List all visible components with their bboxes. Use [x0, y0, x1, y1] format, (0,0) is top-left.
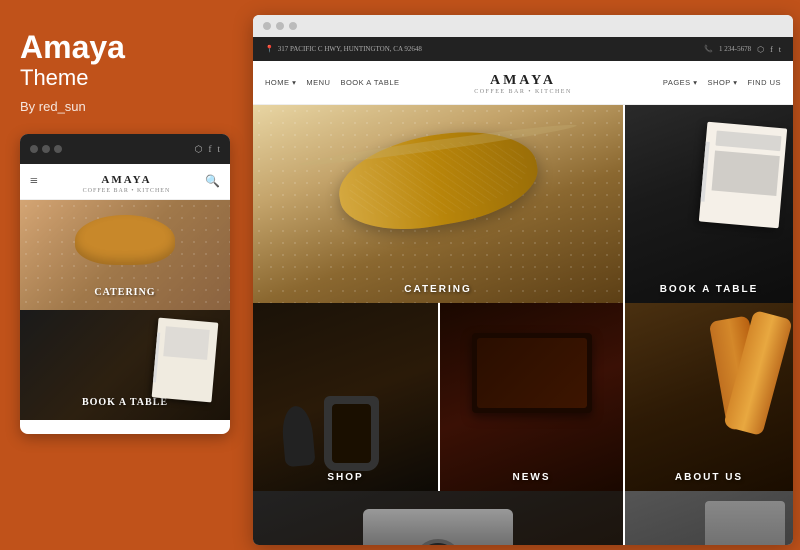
book-a-table-cell[interactable]: BOOK A TABLE [625, 105, 793, 303]
nav-menu[interactable]: MENU [306, 78, 330, 87]
book-decoration [699, 122, 787, 229]
news-label: NEWS [440, 464, 623, 491]
book-table-label: BOOK A TABLE [625, 276, 793, 303]
device-nav: ≡ AMAYA COFFEE BAR • KITCHEN 🔍 [20, 164, 230, 200]
device-book-label: BOOK A TABLE [82, 397, 168, 408]
device-logo: AMAYA [101, 174, 151, 186]
shop-cell[interactable]: SHOP [253, 303, 438, 491]
site-logo: AMAYA [474, 73, 572, 88]
theme-author: By red_sun [20, 99, 228, 114]
twitter-icon: t [779, 45, 781, 54]
nav-links-left: HOME ▾ MENU BOOK A TABLE [253, 61, 400, 104]
browser-titlebar [253, 15, 793, 37]
brownie-decoration [472, 333, 592, 413]
device-dot-2 [42, 145, 50, 153]
book-image-area [712, 150, 780, 196]
browser-dot-2 [276, 22, 284, 30]
book-page-decor [163, 326, 209, 360]
site-nav: HOME ▾ MENU BOOK A TABLE AMAYA COFFEE BA… [253, 61, 793, 105]
device-search-icon: 🔍 [205, 174, 220, 189]
nav-pages[interactable]: PAGES ▾ [663, 78, 698, 87]
nav-find-us[interactable]: FIND US [748, 78, 782, 87]
facebook-icon: f [770, 45, 773, 54]
phone-icon: 📞 [704, 45, 713, 53]
twitter-icon: t [217, 144, 220, 154]
device-catering-section: CATERING [20, 200, 230, 310]
about-us-label: ABOUT US [625, 464, 793, 491]
bottom-right-cell[interactable] [625, 491, 793, 545]
book-image-decor [152, 318, 219, 403]
nav-links-right: PAGES ▾ SHOP ▾ FIND US [663, 61, 793, 104]
grid-row-2: SHOP NEWS ABOUT US [253, 303, 793, 491]
about-us-cell[interactable]: ABOUT US [625, 303, 793, 491]
phone-text: 1 234-5678 [719, 45, 751, 53]
grid-row-3 [253, 491, 793, 545]
instagram-icon: ⬡ [195, 144, 203, 155]
device-logo-sub: COFFEE BAR • KITCHEN [48, 188, 205, 194]
topbar-left: 📍 317 PACIFIC C HWY, HUNTINGTON, CA 9264… [265, 45, 422, 53]
left-panel: Amaya Theme By red_sun ⬡ f t ≡ AMAYA COF… [0, 0, 248, 550]
nav-home[interactable]: HOME ▾ [265, 78, 296, 87]
device-mockup: ⬡ f t ≡ AMAYA COFFEE BAR • KITCHEN 🔍 CAT… [20, 134, 230, 434]
hamburger-icon: ≡ [30, 174, 38, 190]
shop-label: SHOP [253, 464, 438, 491]
coffee-decoration [324, 396, 379, 471]
topbar-right: 📞 1 234-5678 ⬡ f t [704, 45, 781, 54]
device-social-icons: ⬡ f t [195, 144, 220, 155]
browser-dot-1 [263, 22, 271, 30]
catering-label: CATERING [253, 276, 623, 303]
instagram-icon: ⬡ [757, 45, 764, 54]
facebook-icon: f [208, 144, 211, 154]
news-cell[interactable]: NEWS [440, 303, 623, 491]
site-topbar: 📍 317 PACIFIC C HWY, HUNTINGTON, CA 9264… [253, 37, 793, 61]
grid-row-1: CATERING BOOK A TABLE [253, 105, 793, 303]
nav-shop[interactable]: SHOP ▾ [708, 78, 738, 87]
browser-mockup: 📍 317 PACIFIC C HWY, HUNTINGTON, CA 9264… [253, 15, 793, 545]
bottom-left-cell[interactable] [253, 491, 623, 545]
device-dot-1 [30, 145, 38, 153]
address-text: 317 PACIFIC C HWY, HUNTINGTON, CA 92648 [278, 45, 422, 53]
device-book-section: BOOK A TABLE [20, 310, 230, 420]
device-dot-3 [54, 145, 62, 153]
coffee-pour [280, 405, 315, 467]
book-spine [153, 333, 160, 383]
device-top-bar: ⬡ f t [20, 134, 230, 164]
book-line-1 [715, 131, 781, 152]
location-icon: 📍 [265, 45, 274, 53]
nav-book[interactable]: BOOK A TABLE [340, 78, 399, 87]
bread-decor-small [75, 215, 175, 265]
site-logo-container: AMAYA COFFEE BAR • KITCHEN [474, 71, 572, 95]
site-logo-sub: COFFEE BAR • KITCHEN [474, 89, 572, 95]
theme-subtitle: Theme [20, 65, 228, 91]
machine-detail [705, 501, 785, 545]
browser-dot-3 [289, 22, 297, 30]
catering-cell[interactable]: CATERING [253, 105, 623, 303]
theme-title: Amaya [20, 30, 228, 65]
